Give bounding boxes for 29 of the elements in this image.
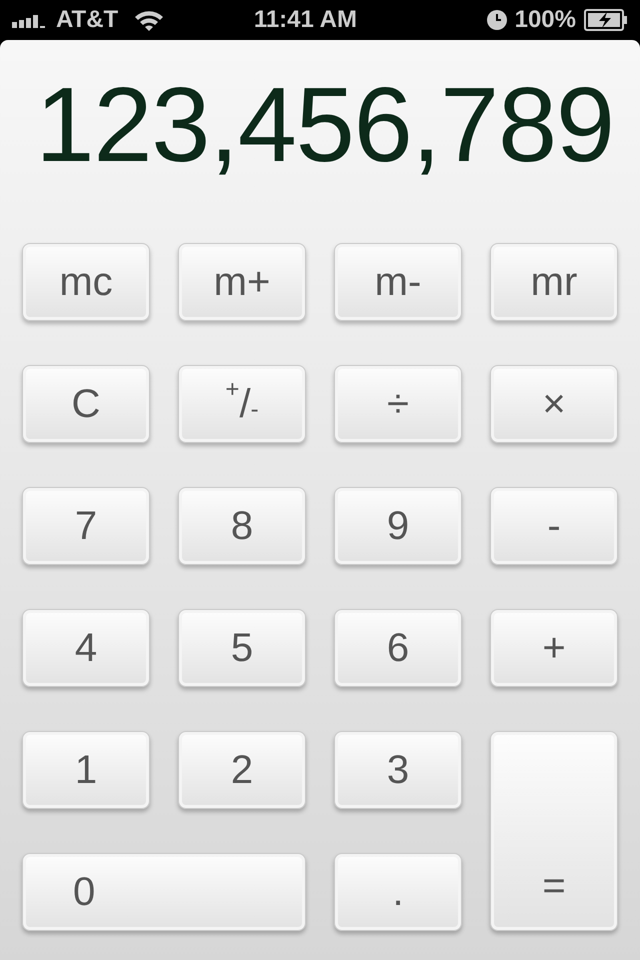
battery-charging-icon (584, 9, 628, 31)
calculator-key[interactable]: 0 (22, 853, 306, 931)
wifi-icon (134, 9, 164, 31)
calculator-key[interactable]: 7 (22, 487, 150, 565)
calculator-key[interactable]: 8 (178, 487, 306, 565)
calculator-key[interactable]: 4 (22, 609, 150, 687)
clock-time: 11:41 AM (254, 5, 357, 35)
calculator-key[interactable]: m- (334, 243, 462, 321)
calculator-key[interactable]: 6 (334, 609, 462, 687)
battery-percent: 100% (514, 5, 576, 35)
result-display: 123,456,789 (34, 65, 615, 186)
calculator-key[interactable]: × (490, 365, 618, 443)
signal-icon (12, 12, 48, 28)
calculator-key[interactable]: = (490, 731, 618, 931)
calculator-key[interactable]: m+ (178, 243, 306, 321)
calculator-key[interactable]: ÷ (334, 365, 462, 443)
calculator-key[interactable]: mr (490, 243, 618, 321)
calculator-key[interactable]: 2 (178, 731, 306, 809)
calculator-key[interactable]: 5 (178, 609, 306, 687)
calculator-key[interactable]: 9 (334, 487, 462, 565)
carrier-name: AT&T (56, 5, 118, 35)
clock-icon (486, 10, 507, 30)
calculator-key[interactable]: - (490, 487, 618, 565)
calculator-key[interactable]: . (334, 853, 462, 931)
calculator-key[interactable]: C (22, 365, 150, 443)
calculator-key[interactable]: mc (22, 243, 150, 321)
calculator-key[interactable]: 1 (22, 731, 150, 809)
calculator-key[interactable]: 3 (334, 731, 462, 809)
calculator-key[interactable]: + (490, 609, 618, 687)
